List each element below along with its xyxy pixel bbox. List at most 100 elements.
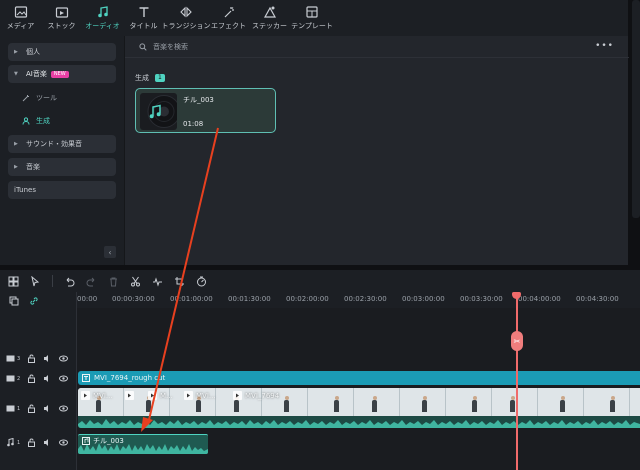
time-ruler[interactable]: 00:00 00:00:30:00 00:01:00:00 00:01:30:0… [77, 292, 640, 308]
grid-layout-icon[interactable] [8, 276, 19, 287]
person-head [510, 396, 515, 400]
playhead-split-button[interactable]: ✂ [511, 331, 523, 351]
person-figure [610, 400, 615, 412]
more-options-icon[interactable]: ••• [595, 41, 614, 51]
new-badge: NEW [50, 70, 69, 78]
speed-timer-icon[interactable] [196, 276, 207, 287]
play-icon [184, 391, 193, 400]
person-figure [234, 400, 239, 412]
toolbar-template[interactable]: テンプレート [290, 0, 334, 36]
toolbar-audio[interactable]: オーディオ [82, 0, 123, 36]
toolbar-title[interactable]: タイトル [123, 0, 164, 36]
toolbar-sticker[interactable]: ステッカー [249, 0, 290, 36]
toolbar-stock[interactable]: ストック [41, 0, 82, 36]
track-headers: 3 2 1 1 [0, 292, 77, 470]
person-head [422, 396, 427, 400]
person-figure [510, 400, 515, 412]
scissors-icon[interactable] [130, 276, 141, 287]
scissors-icon: ✂ [513, 336, 521, 346]
search-input[interactable]: 音楽を検索 [153, 42, 188, 52]
toolbar-transition[interactable]: トランジション [162, 0, 211, 36]
crop-icon[interactable] [174, 276, 185, 287]
link-chain-icon[interactable] [29, 296, 39, 306]
video-frame [630, 388, 640, 416]
speaker-icon[interactable] [43, 404, 52, 413]
sidebar-item-music[interactable]: ▶ 音楽 [8, 158, 116, 176]
track-number: 1 [17, 405, 21, 412]
toolbar-effect[interactable]: エフェクト [208, 0, 249, 36]
track-header-audio-1: 1 [0, 438, 77, 447]
title-clip-label: MVI_7694_rough cut [94, 374, 166, 382]
sidebar-item-tool[interactable]: ツール [22, 93, 57, 103]
sidebar-item-itunes[interactable]: iTunes [8, 181, 116, 199]
video-segment-label: MVI_7694 [233, 391, 279, 400]
eye-icon[interactable] [59, 374, 69, 383]
sidebar-item-generate[interactable]: 生成 [22, 116, 50, 126]
segment-name: MVI... [196, 391, 216, 400]
toolbar-title-label: タイトル [129, 22, 158, 30]
sidebar-item-tool-label: ツール [36, 94, 57, 102]
music-card[interactable]: チル_003 01:08 [135, 88, 276, 133]
lock-icon[interactable] [27, 438, 36, 447]
sidebar-item-sound-effects-label: サウンド・効果音 [26, 140, 82, 148]
toolbar-template-label: テンプレート [291, 22, 333, 30]
sidebar-item-ai-music[interactable]: ▼ AI音楽 NEW [8, 65, 116, 83]
segment-name: MVI... [93, 391, 113, 400]
track-header-video-1: 1 [0, 404, 77, 413]
add-track-icon[interactable] [9, 296, 19, 306]
eye-icon[interactable] [59, 404, 69, 413]
playhead-line[interactable] [516, 292, 518, 470]
speaker-icon[interactable] [43, 374, 52, 383]
audio-edit-icon[interactable] [152, 276, 163, 287]
person-figure [334, 400, 339, 412]
person-icon [22, 117, 30, 125]
caret-right-icon: ▶ [14, 49, 18, 55]
person-figure [472, 400, 477, 412]
sidebar-item-music-label: 音楽 [26, 163, 40, 171]
waveform-graphic [78, 419, 640, 428]
track-number: 3 [17, 355, 21, 362]
person-head [372, 396, 377, 400]
speaker-icon[interactable] [43, 438, 52, 447]
track-number: 2 [17, 375, 21, 382]
toolbar-divider [52, 275, 53, 287]
redo-icon[interactable] [86, 276, 97, 287]
sidebar-item-sound-effects[interactable]: ▶ サウンド・効果音 [8, 135, 116, 153]
delete-trash-icon[interactable] [108, 276, 119, 287]
search-bar[interactable]: 音楽を検索 [125, 36, 629, 58]
section-title: 生成 [135, 74, 149, 82]
track-header-video-2: 2 [0, 374, 77, 383]
lock-icon[interactable] [27, 374, 36, 383]
ruler-tick: 00:04:30:00 [576, 295, 619, 303]
ruler-tick: 00:00:30:00 [112, 295, 155, 303]
collapse-sidebar-button[interactable]: ‹ [104, 246, 116, 258]
person-figure [422, 400, 427, 412]
toolbar-media[interactable]: メディア [0, 0, 41, 36]
video-segment-label [125, 391, 134, 400]
ruler-tick: 00:00 [77, 295, 98, 303]
person-head [284, 396, 289, 400]
toolbar-effect-label: エフェクト [211, 22, 246, 30]
sidebar-item-generate-label: 生成 [36, 117, 50, 125]
ruler-tick: 00:02:00:00 [286, 295, 329, 303]
track-number: 1 [17, 439, 21, 446]
select-pointer-icon[interactable] [30, 275, 41, 287]
person-figure [146, 400, 151, 412]
video-track-icon [6, 355, 15, 362]
audio-clip[interactable]: チル_003 [78, 434, 208, 454]
video-frame [308, 388, 353, 416]
video-frame [584, 388, 629, 416]
undo-icon[interactable] [64, 276, 75, 287]
lock-icon[interactable] [27, 404, 36, 413]
speaker-icon[interactable] [43, 354, 52, 363]
generated-section-label: 生成 1 [135, 73, 165, 83]
title-clip[interactable]: MVI_7694_rough cut [78, 371, 640, 385]
eye-icon[interactable] [59, 354, 69, 363]
lock-icon[interactable] [27, 354, 36, 363]
person-figure [96, 400, 101, 412]
video-clip[interactable]: MVI... M... MVI... MVI_7694 [78, 388, 640, 428]
sidebar-item-personal[interactable]: ▶ 個人 [8, 43, 116, 61]
sidebar-item-personal-label: 個人 [26, 48, 40, 56]
music-note-icon [82, 437, 90, 445]
eye-icon[interactable] [59, 438, 69, 447]
